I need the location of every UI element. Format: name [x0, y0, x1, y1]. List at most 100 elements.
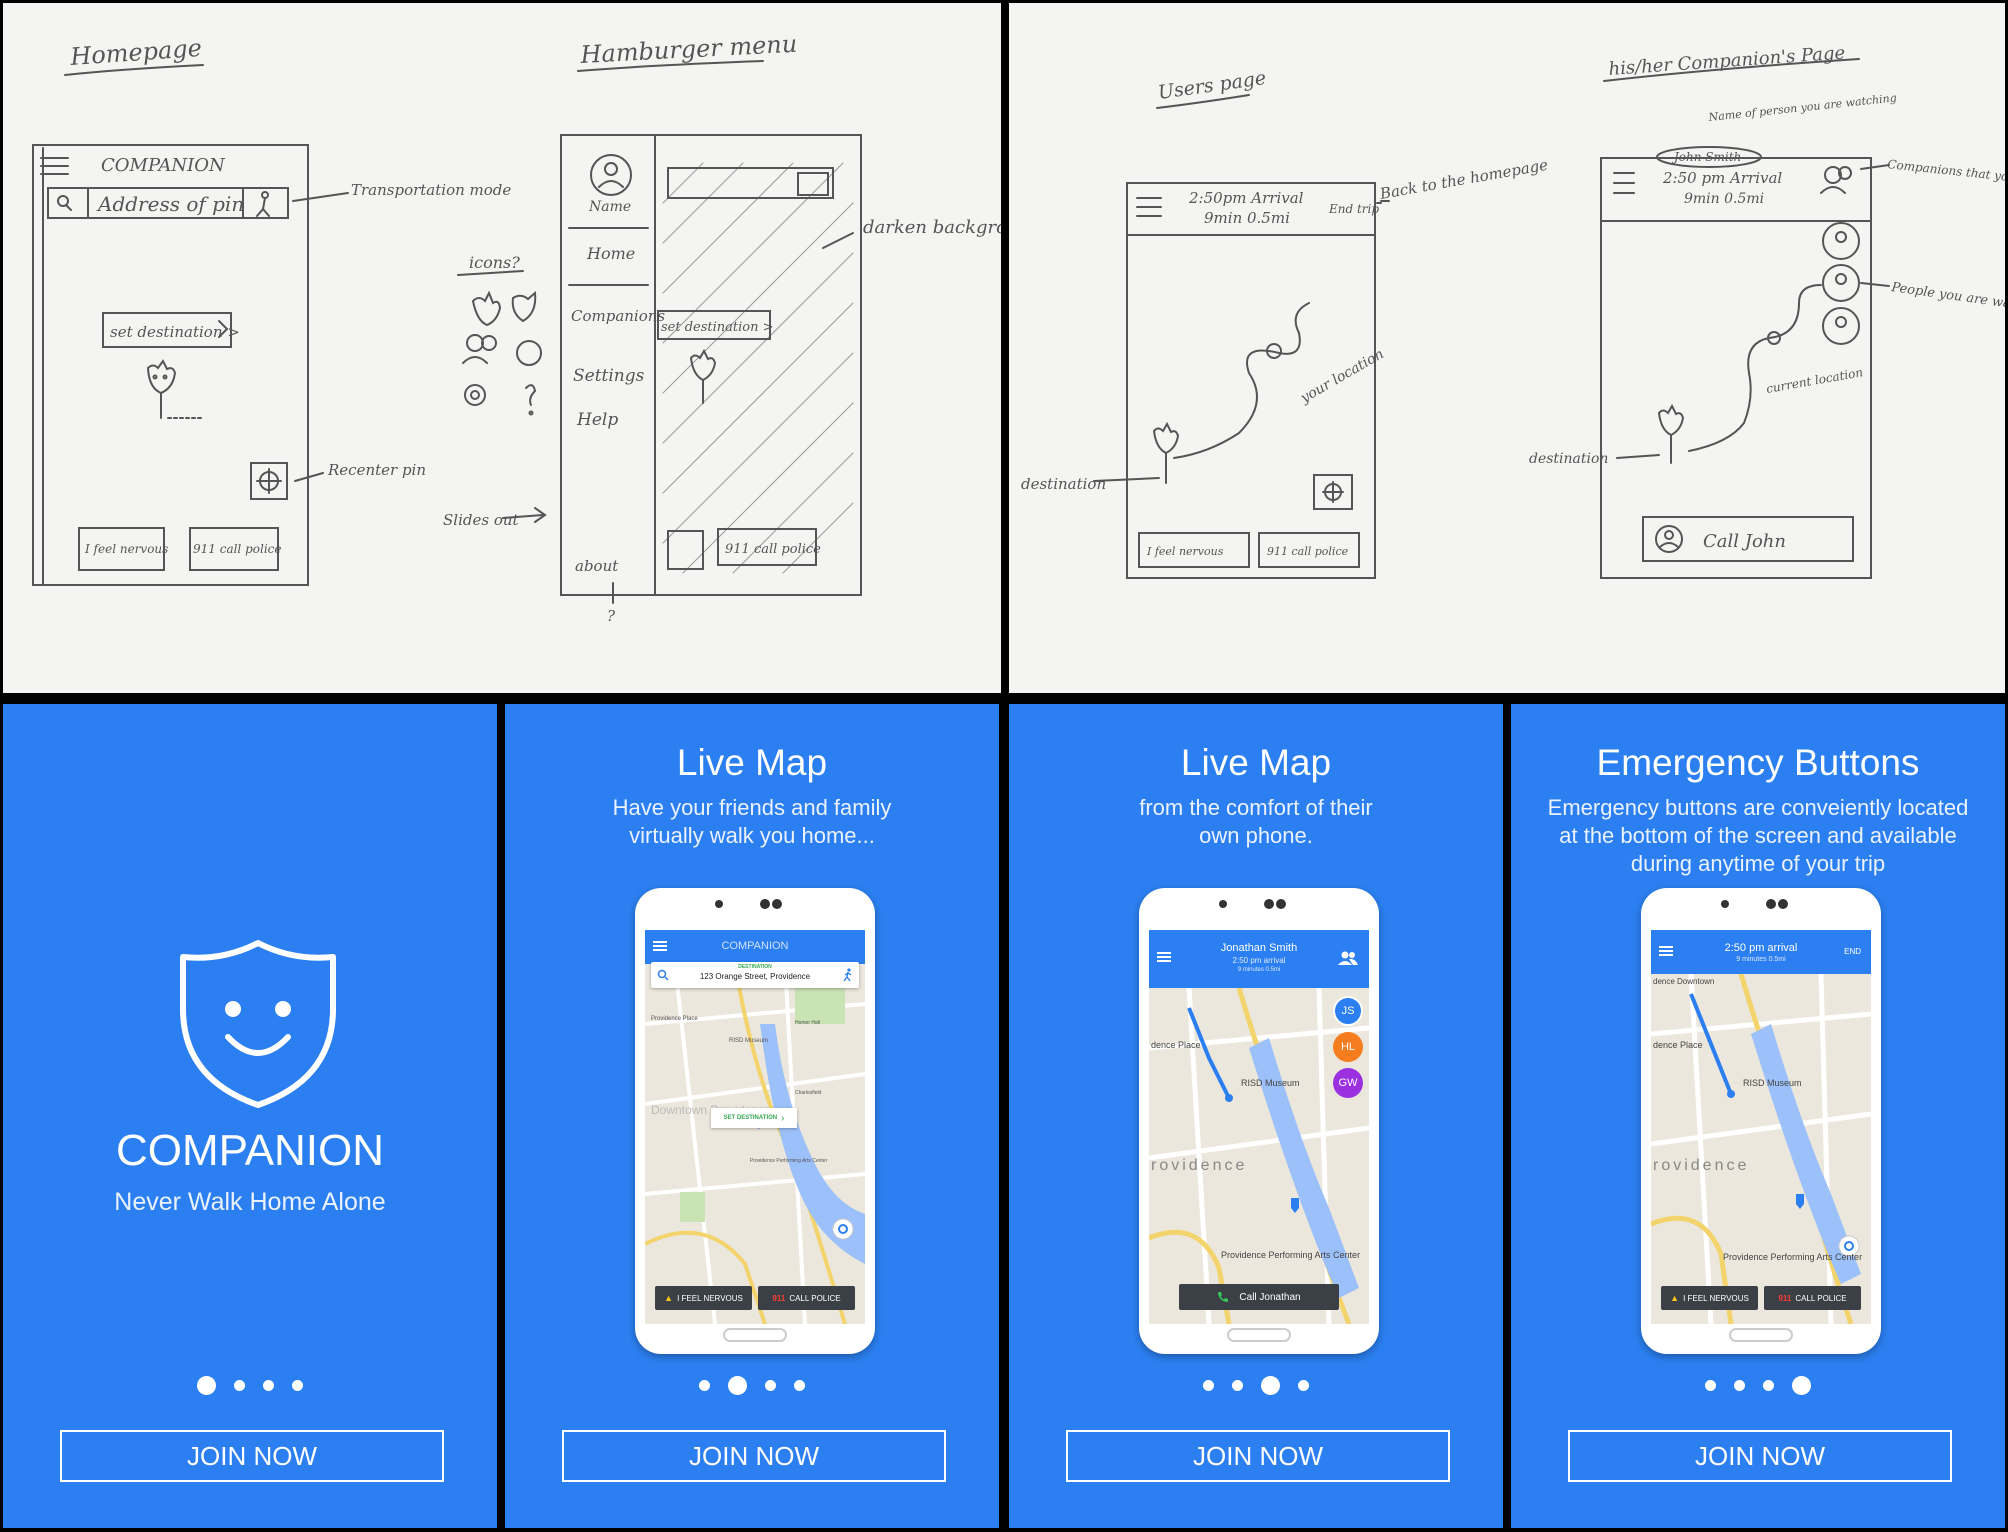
- onboarding-panel-live-map-2: Live Map from the comfort of their own p…: [1009, 704, 1503, 1528]
- emergency-number: 911: [1778, 1293, 1792, 1303]
- page-dot[interactable]: [1734, 1380, 1745, 1391]
- i-feel-nervous-label: I FEEL NERVOUS: [1683, 1293, 1749, 1303]
- panel-description: from the comfort of their own phone.: [1139, 795, 1373, 848]
- sketch-users-distance: 9min 0.5mi: [1204, 209, 1290, 227]
- page-dot[interactable]: [699, 1380, 710, 1391]
- sketch-name-note: Name of person you are watching: [1707, 91, 1897, 124]
- walking-icon[interactable]: [842, 968, 854, 982]
- sketch-users-title: Users page: [1157, 67, 1268, 104]
- page-dots[interactable]: [1009, 1376, 1503, 1395]
- sketch-panel-users-companion: Users page 2:50pm Arrival 9min 0.5mi End…: [1009, 3, 2005, 693]
- page-dot[interactable]: [728, 1376, 747, 1395]
- phone-mockup: COMPANION Providence Place RISD Museum H…: [635, 888, 875, 1354]
- sketch-homepage-set-destination: set destination >: [110, 323, 240, 341]
- sketch-your-location: your location: [1297, 346, 1387, 407]
- page-dot[interactable]: [1232, 1380, 1243, 1391]
- sketch-menu-item-5: about: [575, 557, 619, 575]
- avatar-gw[interactable]: GW: [1333, 1068, 1363, 1098]
- page-dot[interactable]: [1203, 1380, 1214, 1391]
- destination-search-bar[interactable]: DESTINATION 123 Orange Street, Providenc…: [651, 962, 859, 988]
- destination-label: DESTINATION: [738, 964, 772, 970]
- splash-brand: COMPANION: [115, 1126, 385, 1175]
- sketch-darken-note: darken background: [863, 217, 1001, 238]
- sketch-menu-item-1: Home: [586, 244, 635, 263]
- page-dot[interactable]: [1261, 1376, 1280, 1395]
- page-dots[interactable]: [1511, 1376, 2005, 1395]
- trip-distance: 9 minutes 0.5mi: [1736, 956, 1786, 963]
- end-trip-button[interactable]: END: [1844, 947, 1861, 956]
- companions-icon[interactable]: [1337, 950, 1359, 966]
- trip-distance: 9 minutes 0.5mi: [1237, 967, 1281, 973]
- call-police-button[interactable]: 911 CALL POLICE: [758, 1286, 855, 1310]
- map-view[interactable]: dence Downtown dence Place RISD Museum r…: [1651, 974, 1871, 1324]
- emergency-bar: ▲ I FEEL NERVOUS 911 CALL POLICE: [1661, 1286, 1861, 1310]
- page-dot[interactable]: [1298, 1380, 1309, 1391]
- page-dot[interactable]: [197, 1376, 216, 1395]
- arrival-time: 2:50 pm arrival: [1232, 956, 1286, 965]
- page-dot[interactable]: [1705, 1380, 1716, 1391]
- sketch-users-arrival: 2:50pm Arrival: [1188, 189, 1304, 207]
- page-dots[interactable]: [505, 1376, 999, 1395]
- page-dot[interactable]: [1763, 1380, 1774, 1391]
- chevron-right-icon: ›: [781, 1112, 785, 1124]
- map-view[interactable]: Providence Place RISD Museum Homer Hall …: [645, 964, 865, 1324]
- sketch-users-end-trip: End trip: [1328, 202, 1379, 216]
- map-label: RISD Museum: [729, 1038, 768, 1044]
- page-dot[interactable]: [263, 1380, 274, 1391]
- avatar-initials: HL: [1340, 1041, 1356, 1053]
- map-label: rovidence: [1653, 1157, 1749, 1174]
- sketch-slides-note: Slides out: [443, 511, 520, 529]
- sketch-menu-item-2: Companions: [571, 307, 665, 325]
- sketch-hamburger-set-destination: set destination >: [661, 320, 774, 335]
- app-bar: 2:50 pm arrival 9 minutes 0.5mi END: [1651, 930, 1871, 974]
- join-now-button[interactable]: JOIN NOW: [1066, 1430, 1450, 1482]
- i-feel-nervous-button[interactable]: ▲ I FEEL NERVOUS: [1661, 1286, 1758, 1310]
- warning-icon: ▲: [1670, 1293, 1680, 1303]
- page-dot[interactable]: [234, 1380, 245, 1391]
- sketch-homepage-nervous: I feel nervous: [84, 542, 168, 556]
- emergency-number: 911: [772, 1293, 786, 1303]
- i-feel-nervous-button[interactable]: ▲ I FEEL NERVOUS: [655, 1286, 752, 1310]
- phone-home-button: [1227, 1328, 1291, 1342]
- join-now-button[interactable]: JOIN NOW: [60, 1430, 444, 1482]
- sketch-hamburger-police: 911 call police: [725, 542, 821, 557]
- page-dot[interactable]: [292, 1380, 303, 1391]
- call-police-label: CALL POLICE: [1795, 1293, 1847, 1303]
- sketch-panel-homepage-hamburger: Homepage COMPANION Address of pin Transp…: [3, 3, 1001, 693]
- map-label: Providence Place: [651, 1016, 698, 1022]
- shield-smile-icon: [180, 940, 336, 1108]
- phone-camera-icon: [1721, 899, 1788, 909]
- phone-screen: 2:50 pm arrival 9 minutes 0.5mi END denc…: [1651, 930, 1871, 1324]
- sketch-menu-item-4: Help: [576, 410, 618, 430]
- page-dots[interactable]: [3, 1376, 497, 1395]
- sketch-current-location: current location: [1765, 365, 1864, 396]
- phone-home-button: [1729, 1328, 1793, 1342]
- map-label: Charlesfield: [795, 1090, 822, 1096]
- onboarding-panel-live-map-1: Live Map Have your friends and family vi…: [505, 704, 999, 1528]
- i-feel-nervous-label: I FEEL NERVOUS: [677, 1293, 743, 1303]
- sketch-call-john: Call John: [1703, 531, 1786, 552]
- page-dot[interactable]: [794, 1380, 805, 1391]
- avatar-initials: GW: [1338, 1077, 1358, 1089]
- map-label: dence Downtown: [1653, 977, 1714, 986]
- avatar-js[interactable]: JS: [1333, 996, 1363, 1026]
- app-bar: COMPANION: [645, 930, 865, 964]
- avatar-hl[interactable]: HL: [1333, 1032, 1363, 1062]
- page-dot[interactable]: [765, 1380, 776, 1391]
- companion-name: Jonathan Smith: [1220, 942, 1298, 954]
- sketch-homepage-police: 911 call police: [193, 542, 282, 556]
- call-companion-button[interactable]: Call Jonathan: [1179, 1284, 1339, 1310]
- search-icon[interactable]: [657, 969, 669, 981]
- page-dot[interactable]: [1792, 1376, 1811, 1395]
- sketch-menu-item-0: Name: [588, 199, 631, 215]
- sketch-companion-distance: 9min 0.5mi: [1684, 191, 1764, 207]
- app-bar: Jonathan Smith 2:50 pm arrival 9 minutes…: [1149, 930, 1369, 988]
- join-now-button[interactable]: JOIN NOW: [562, 1430, 946, 1482]
- call-police-button[interactable]: 911 CALL POLICE: [1764, 1286, 1861, 1310]
- join-now-button[interactable]: JOIN NOW: [1568, 1430, 1952, 1482]
- phone-home-button: [723, 1328, 787, 1342]
- set-destination-button[interactable]: SET DESTINATION ›: [711, 1108, 797, 1128]
- phone-camera-icon: [715, 899, 782, 909]
- phone-call-icon: [1218, 1292, 1229, 1302]
- destination-input[interactable]: 123 Orange Street, Providence: [675, 972, 835, 981]
